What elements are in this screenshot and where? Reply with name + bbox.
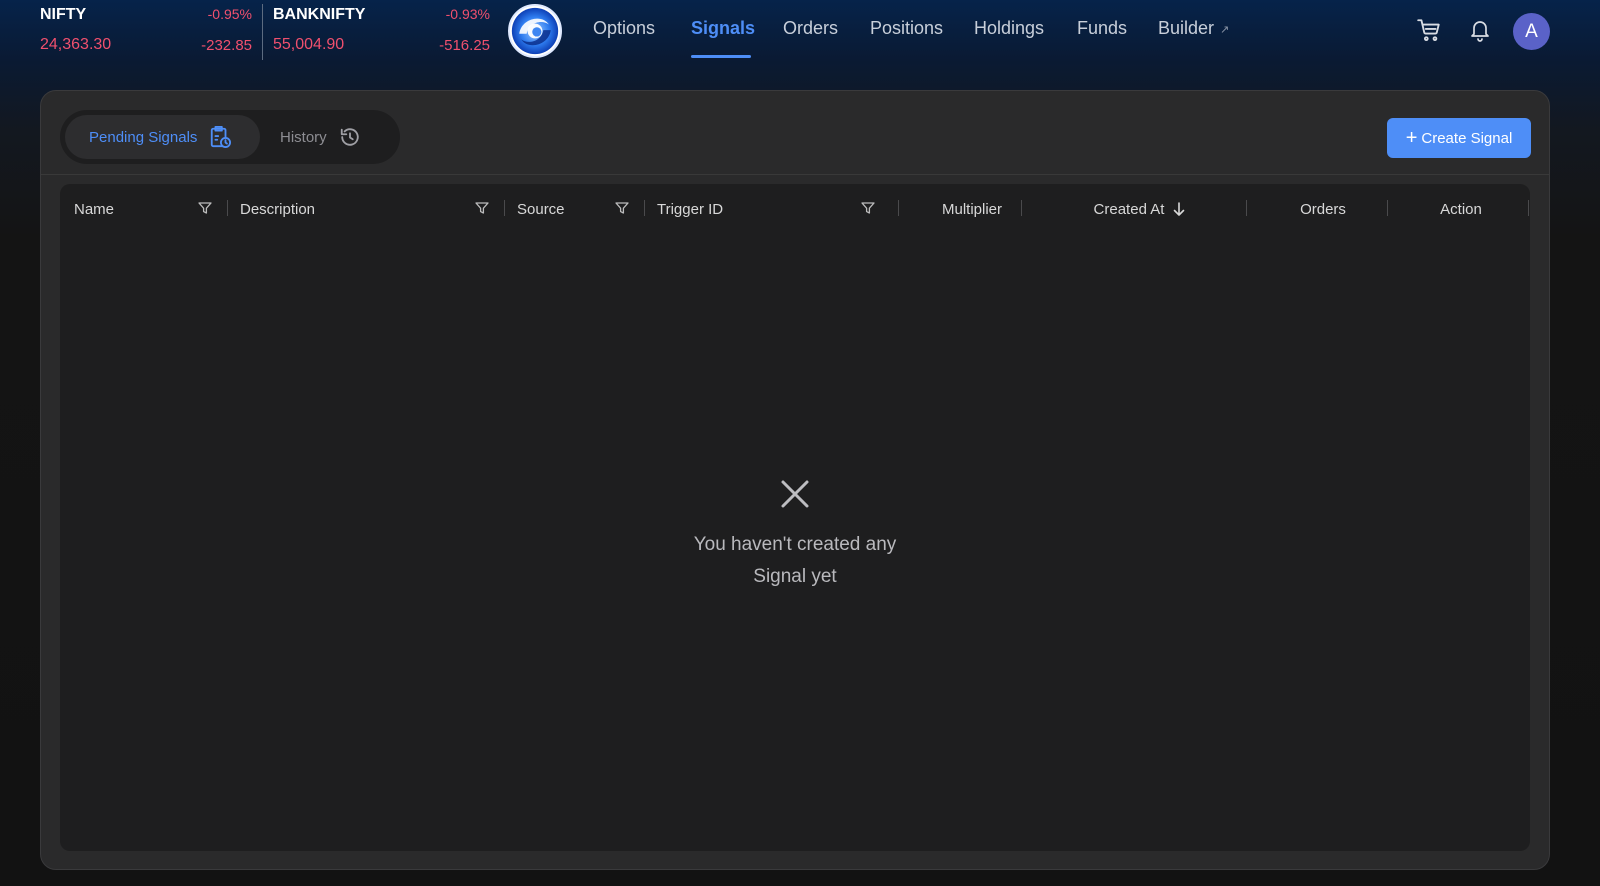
history-icon <box>339 126 361 148</box>
tab-pending-signals[interactable]: Pending Signals <box>65 115 260 159</box>
plus-icon: + <box>1405 127 1418 149</box>
ticker-divider <box>262 4 263 60</box>
nav-builder[interactable]: Builder ↗ <box>1158 18 1229 39</box>
ticker-point-change: -516.25 <box>439 37 490 54</box>
tab-history[interactable]: History <box>276 115 396 159</box>
empty-state: You haven't created any Signal yet <box>60 477 1530 593</box>
column-divider[interactable] <box>504 200 505 216</box>
empty-state-line-1: You haven't created any <box>693 534 897 555</box>
ticker-percent-change: -0.93% <box>445 6 490 22</box>
tab-history-label: History <box>280 128 327 146</box>
external-link-icon: ↗ <box>1220 23 1230 36</box>
column-header-trigger-id[interactable]: Trigger ID <box>657 184 723 234</box>
app-logo[interactable] <box>508 4 562 58</box>
empty-state-message: You haven't created any Signal yet <box>60 529 1530 593</box>
column-header-multiplier[interactable]: Multiplier <box>911 184 1033 234</box>
column-divider[interactable] <box>1528 200 1529 216</box>
signals-tab-switcher: Pending Signals History <box>60 110 400 164</box>
column-header-created-at[interactable]: Created At <box>1034 184 1246 234</box>
nav-signals[interactable]: Signals <box>691 18 755 39</box>
nav-funds[interactable]: Funds <box>1077 18 1127 39</box>
ticker-name: BANKNIFTY <box>273 6 366 23</box>
column-divider[interactable] <box>1387 200 1388 216</box>
nav-holdings[interactable]: Holdings <box>974 18 1044 39</box>
filter-icon[interactable] <box>197 200 213 216</box>
ticker-nifty[interactable]: NIFTY -0.95% 24,363.30 -232.85 <box>40 6 252 56</box>
top-bar: NIFTY -0.95% 24,363.30 -232.85 BANKNIFTY… <box>0 0 1600 66</box>
column-divider[interactable] <box>644 200 645 216</box>
logo-swirl-icon <box>511 7 559 55</box>
column-label: Trigger ID <box>657 200 724 218</box>
ticker-banknifty[interactable]: BANKNIFTY -0.93% 55,004.90 -516.25 <box>273 6 490 56</box>
column-label: Orders <box>1300 200 1346 218</box>
table-header: Name Description Source Trigger ID Multi… <box>60 184 1530 234</box>
user-avatar[interactable]: A <box>1513 13 1550 50</box>
panel-header: Pending Signals History + Create Signal <box>41 91 1549 175</box>
clipboard-clock-icon <box>209 125 232 149</box>
column-label: Description <box>240 200 316 218</box>
column-header-action[interactable]: Action <box>1400 184 1522 234</box>
sort-descending-icon <box>1174 202 1185 216</box>
ticker-percent-change: -0.95% <box>207 6 252 22</box>
active-nav-underline <box>691 55 751 58</box>
column-label: Created At <box>1093 200 1165 218</box>
column-divider[interactable] <box>1246 200 1247 216</box>
column-divider[interactable] <box>227 200 228 216</box>
column-label: Action <box>1440 200 1482 218</box>
column-label: Multiplier <box>941 200 1002 218</box>
ticker-name: NIFTY <box>40 6 87 23</box>
filter-icon[interactable] <box>614 200 630 216</box>
signals-panel: Pending Signals History + Create Signal … <box>40 90 1550 870</box>
signals-table: Name Description Source Trigger ID Multi… <box>60 184 1530 851</box>
empty-state-line-2: Signal yet <box>753 566 837 587</box>
nav-options[interactable]: Options <box>593 18 655 39</box>
ticker-price: 55,004.90 <box>273 36 345 53</box>
column-divider[interactable] <box>898 200 899 216</box>
nav-orders[interactable]: Orders <box>783 18 838 39</box>
ticker-price: 24,363.30 <box>40 36 112 53</box>
column-label: Source <box>517 200 565 218</box>
filter-icon[interactable] <box>474 200 490 216</box>
column-header-description[interactable]: Description <box>240 184 315 234</box>
column-header-orders[interactable]: Orders <box>1259 184 1387 234</box>
ticker-point-change: -232.85 <box>201 37 252 54</box>
nav-positions[interactable]: Positions <box>870 18 943 39</box>
create-signal-button[interactable]: + Create Signal <box>1387 118 1531 158</box>
close-icon <box>781 480 809 508</box>
tab-pending-signals-label: Pending Signals <box>89 128 198 146</box>
column-label: Name <box>74 200 115 218</box>
column-divider[interactable] <box>1021 200 1022 216</box>
nav-builder-label: Builder <box>1158 18 1215 38</box>
filter-icon[interactable] <box>860 200 876 216</box>
cart-icon[interactable] <box>1414 15 1444 45</box>
column-header-source[interactable]: Source <box>517 184 565 234</box>
notification-bell-icon[interactable] <box>1465 15 1495 45</box>
create-signal-label: Create Signal <box>1421 129 1513 147</box>
column-header-name[interactable]: Name <box>74 184 114 234</box>
